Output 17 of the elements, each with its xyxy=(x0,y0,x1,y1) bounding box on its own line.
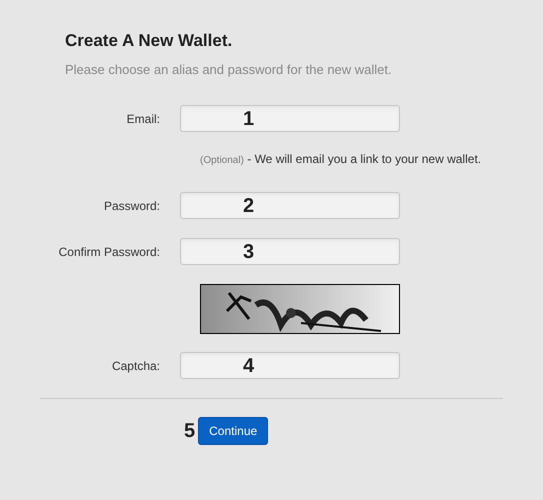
annotation-number: 1 xyxy=(243,108,254,128)
annotation-number: 3 xyxy=(243,242,254,262)
annotation-number: 2 xyxy=(243,196,254,216)
input-field[interactable]: 2 xyxy=(180,192,400,219)
input-field[interactable]: 4 xyxy=(180,352,400,379)
helper-text: (Optional) - We will email you a link to your new wallet. xyxy=(200,152,482,166)
page-subtitle: Please choose an alias and password for the new wallet. xyxy=(65,60,393,79)
input-field[interactable]: 1 xyxy=(180,105,400,132)
field-label: Confirm Password: xyxy=(58,244,161,260)
field-label: Email: xyxy=(126,110,161,128)
annotation-number: 5 xyxy=(184,419,196,444)
input-field[interactable]: 3 xyxy=(180,238,400,265)
field-label: Password: xyxy=(102,198,161,214)
page-title: Create A New Wallet. xyxy=(65,30,234,52)
continue-button[interactable]: Continue xyxy=(198,417,268,445)
annotation-number: 4 xyxy=(243,356,254,376)
field-label: Captcha: xyxy=(110,358,161,374)
